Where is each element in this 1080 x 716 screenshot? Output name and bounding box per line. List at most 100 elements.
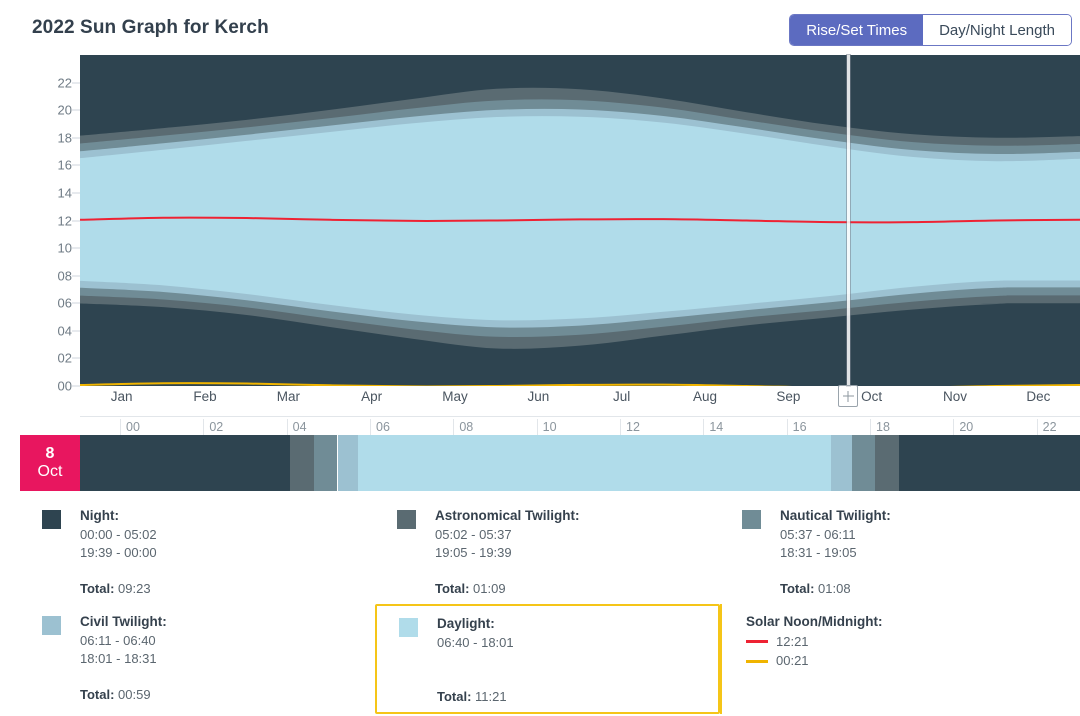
y-axis-label: 06 [57,295,72,311]
x-axis-month-label: Jan [110,389,133,404]
legend-total-value: 11:21 [471,688,507,704]
legend-solar-line-swatch [746,659,768,663]
selected-day-bar[interactable]: 8 Oct [20,435,1080,491]
legend-total-label: Total: [80,580,115,596]
day-bar-segment-civil-twilight [830,435,852,491]
day-bar-segment-nautical-twilight [314,435,338,491]
y-axis-label: 04 [57,323,72,339]
y-axis-label: 12 [57,213,72,228]
legend-total-label: Total: [80,686,115,702]
legend-total-label: Total: [780,580,815,596]
page-title: 2022 Sun Graph for Kerch [32,17,269,38]
selected-date-month: Oct [37,463,63,480]
x-axis-month-label: Sep [776,389,801,404]
day-bar-segment-daylight [357,435,831,491]
y-axis-tick [72,302,80,304]
legend-item-solar-noon-midnight[interactable]: Solar Noon/Midnight: 12:21 00:21 [720,603,1065,714]
legend-time-range: 05:02 - 05:37 [435,527,512,542]
y-axis-tick [72,385,80,387]
legend-swatch-civil-twilight [42,615,61,635]
sun-graph-page: 2022 Sun Graph for Kerch Rise/Set Times … [0,0,1080,716]
y-axis-tick [72,137,80,139]
legend-title: Civil Twilight: [80,613,167,629]
legend-time-range: 05:37 - 06:11 [780,527,856,542]
day-bar-segment-nautical-twilight [851,435,875,491]
legend-item-daylight[interactable]: Daylight: 06:40 - 18:01 Total: 11:21 [375,603,720,714]
y-axis-tick [72,164,80,166]
legend-total-value: 09:23 [114,580,151,596]
x-axis-months: Jan Feb Mar Apr May Jun Jul Aug Sep Oct Nov Dec [80,389,1080,413]
day-bar-segment-civil-twilight [337,435,358,491]
legend-total-label: Total: [435,580,470,596]
date-cursor-line[interactable] [847,55,850,386]
chart-plot-area[interactable] [80,55,1080,386]
y-axis-tick [72,220,80,221]
legend-total-value: 00:59 [114,686,151,702]
x-axis-month-label: Jul [613,389,631,404]
y-axis-label: 18 [57,130,72,146]
legend-time-range: 06:11 - 06:40 [80,632,156,648]
legend-swatch-astronomical-twilight [397,510,416,529]
legend-swatch-nautical-twilight [742,510,761,529]
y-axis-label: 22 [57,75,72,91]
y-axis-tick [72,275,80,277]
x-axis-month-label: Nov [942,389,968,404]
legend-time-range: 19:39 - 00:00 [80,545,157,561]
view-toggle-group[interactable]: Rise/Set Times Day/Night Length [789,14,1072,46]
x-axis-month-label: Apr [361,389,383,404]
legend-solar-line-swatch [746,640,768,644]
y-axis-tick [72,192,80,194]
day-bar-segment-astronomical-twilight [289,435,315,491]
legend-item-astronomical-twilight[interactable]: Astronomical Twilight: 05:02 - 05:37 19:05… [375,498,720,604]
legend-solar-time: 00:21 [776,653,809,669]
legend-title: Night: [80,508,119,523]
legend-total: Total: 01:09 [435,581,714,596]
legend-total: Total: 01:08 [780,581,1059,596]
y-axis-label: 08 [57,268,72,284]
legend-title: Daylight: [437,615,495,631]
legend-total: Total: 00:59 [80,687,369,702]
legend-time-range: 19:05 - 19:39 [435,545,512,561]
day-bar-segment-astronomical-twilight [875,435,899,491]
legend-title: Nautical Twilight: [780,508,891,523]
chart-bands [80,55,1080,386]
legend-item-civil-twilight[interactable]: Civil Twilight: 06:11 - 06:40 18:01 - 18:3… [20,604,375,714]
y-axis-tick [72,330,80,332]
y-axis: 00 02 04 06 08 10 12 14 16 18 20 22 [0,55,80,394]
y-axis-label: 10 [57,240,72,256]
legend-time-spacer [437,652,712,670]
tab-day-night-length[interactable]: Day/Night Length [923,15,1071,45]
legend-item-night[interactable]: Night: 00:00 - 05:02 19:39 - 00:00 Total: 0… [20,498,375,604]
legend-solar-row: 12:21 [746,632,1059,652]
legend-total: Total: 11:21 [437,689,712,704]
x-axis-month-label: Oct [861,389,883,404]
y-axis-tick [72,109,80,111]
legend-total: Total: 09:23 [80,581,369,596]
tab-rise-set-times[interactable]: Rise/Set Times [790,15,924,45]
legend-solar-row: 00:21 [746,651,1059,671]
legend-time-range: 06:40 - 18:01 [437,634,514,650]
selected-date-badge: 8 Oct [20,435,80,491]
y-axis-tick [72,247,80,249]
y-axis-tick [72,357,80,359]
day-bar-segment-night [80,435,290,491]
legend-time-range: 18:31 - 19:05 [780,545,857,561]
y-axis-label: 16 [57,157,72,173]
legend-swatch-night [42,510,61,529]
selected-date-day: 8 [45,444,55,462]
sun-graph-chart: 00 02 04 06 08 10 12 14 16 18 20 22 [0,55,1080,394]
x-axis-month-label: Dec [1026,389,1051,404]
x-axis-month-label: Aug [692,389,718,404]
legend-total-label: Total: [437,688,472,704]
day-bar-segment-night [898,435,1080,491]
legend-total-value: 01:09 [469,580,506,596]
legend-swatch-daylight [399,617,418,637]
y-axis-tick [72,82,80,84]
date-cursor-handle[interactable] [838,385,858,407]
x-axis-month-label: Feb [193,389,217,404]
y-axis-label: 00 [57,378,72,394]
legend-total-value: 01:08 [814,580,851,596]
legend-title: Solar Noon/Midnight: [746,613,883,629]
legend-item-nautical-twilight[interactable]: Nautical Twilight: 05:37 - 06:11 18:31 - 1… [720,498,1065,604]
x-axis-month-label: Jun [527,389,550,404]
